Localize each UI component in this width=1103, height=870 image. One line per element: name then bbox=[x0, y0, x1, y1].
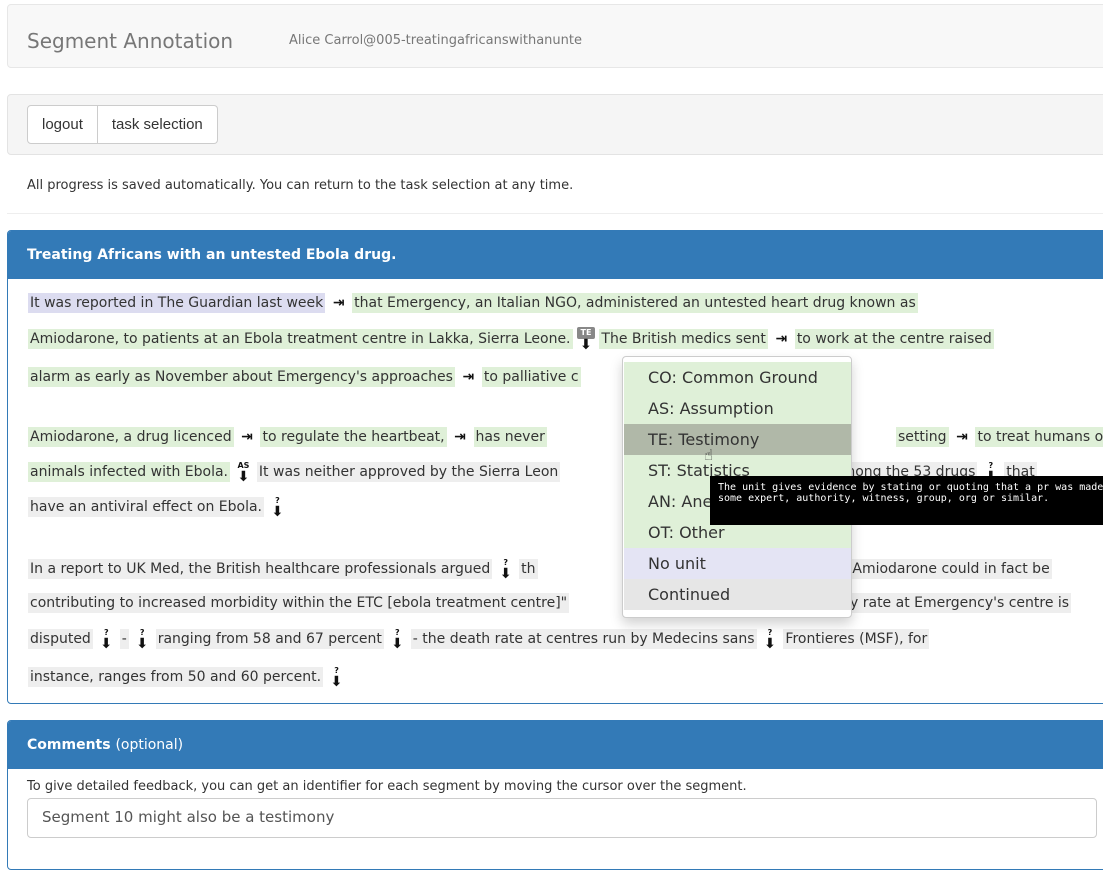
arrow-icon: ⇥ bbox=[956, 429, 968, 445]
arrow-icon: ⬇ bbox=[100, 636, 113, 652]
text-segment[interactable]: - bbox=[119, 629, 129, 649]
article-line: alarm as early as November about Emergen… bbox=[28, 365, 581, 389]
dropdown-option[interactable]: No unit bbox=[624, 548, 851, 579]
text-segment[interactable]: It was neither approved by the Sierra Le… bbox=[256, 462, 561, 482]
article-line: animals infected with Ebola. AS ⬇ It was … bbox=[28, 460, 561, 485]
article-line: contributing to increased morbidity with… bbox=[28, 591, 570, 615]
segment-marker[interactable]: ?⬇ bbox=[97, 628, 115, 652]
text-segment[interactable]: to work at the centre raised bbox=[794, 329, 994, 349]
toolbar: logout task selection bbox=[7, 94, 1103, 155]
arrow-icon: ⬇ bbox=[764, 636, 776, 652]
dropdown-option[interactable]: TE: Testimony bbox=[624, 424, 851, 455]
arrow-icon: ⇥ bbox=[332, 295, 345, 311]
arrow-icon: ⬇ bbox=[499, 566, 512, 582]
text-segment[interactable]: ranging from 58 and 67 percent bbox=[155, 629, 384, 649]
arrow-icon: ⬇ bbox=[271, 504, 284, 520]
text-segment[interactable]: animals infected with Ebola. bbox=[28, 462, 231, 482]
text-segment[interactable]: to palliative c bbox=[481, 367, 581, 387]
arrow-icon: ⇥ bbox=[775, 331, 788, 347]
divider bbox=[7, 213, 1103, 214]
article-title: Treating Africans with an untested Ebola… bbox=[8, 231, 1103, 279]
segment-marker[interactable]: AS ⬇ bbox=[234, 461, 252, 485]
arrow-icon: ⬇ bbox=[391, 636, 404, 652]
arrow-icon: ⬇ bbox=[580, 337, 592, 353]
next-arrow-icon[interactable]: ⇥ bbox=[459, 369, 477, 385]
button-group: logout task selection bbox=[27, 105, 218, 144]
text-segment[interactable]: disputed bbox=[28, 629, 93, 649]
hand-cursor-icon: ☝ bbox=[704, 446, 714, 464]
logout-button[interactable]: logout bbox=[27, 105, 98, 144]
text-segment[interactable]: Amiodarone, to patients at an Ebola trea… bbox=[28, 329, 573, 349]
next-arrow-icon[interactable]: ⇥ bbox=[238, 429, 256, 445]
dropdown-option[interactable]: CO: Common Ground bbox=[624, 362, 851, 393]
arrow-icon: ⬇ bbox=[330, 674, 343, 690]
arrow-icon: ⇥ bbox=[454, 429, 466, 445]
segment-marker[interactable]: ?⬇ bbox=[268, 496, 286, 520]
text-segment[interactable]: setting bbox=[896, 427, 949, 447]
comments-panel: Comments (optional) To give detailed fee… bbox=[7, 720, 1103, 870]
text-segment[interactable]: to regulate the heartbeat, bbox=[260, 427, 447, 447]
text-segment[interactable]: that Emergency, an Italian NGO, administ… bbox=[352, 293, 918, 313]
next-arrow-icon[interactable]: ⇥ bbox=[953, 429, 971, 445]
dropdown-option[interactable]: Continued bbox=[624, 579, 851, 610]
text-segment[interactable]: instance, ranges from 50 and 60 percent. bbox=[28, 667, 324, 687]
article-line-fragment: y rate at Emergency's centre is bbox=[848, 591, 1072, 615]
arrow-icon: ⬇ bbox=[237, 469, 250, 485]
article-line: It was reported in The Guardian last wee… bbox=[28, 291, 918, 315]
testimony-tooltip: The unit gives evidence by stating or qu… bbox=[710, 476, 1103, 525]
comments-optional: (optional) bbox=[115, 737, 184, 753]
text-segment[interactable]: y rate at Emergency's centre is bbox=[848, 593, 1072, 613]
comments-title: Comments bbox=[27, 737, 111, 753]
article-line: In a report to UK Med, the British healt… bbox=[28, 557, 538, 581]
dropdown-option[interactable]: AS: Assumption bbox=[624, 393, 851, 424]
text-segment[interactable]: - the death rate at centres run by Medec… bbox=[410, 629, 757, 649]
text-segment[interactable]: Frontieres (MSF), for bbox=[783, 629, 930, 649]
comments-help: To give detailed feedback, you can get a… bbox=[27, 779, 747, 794]
text-segment[interactable]: It was reported in The Guardian last wee… bbox=[28, 293, 326, 313]
article-line: instance, ranges from 50 and 60 percent.… bbox=[28, 665, 346, 689]
next-arrow-icon[interactable]: ⇥ bbox=[772, 331, 790, 347]
text-segment[interactable]: In a report to UK Med, the British healt… bbox=[28, 559, 493, 579]
navbar: Segment Annotation Alice Carrol@005-trea… bbox=[7, 4, 1103, 68]
text-segment[interactable]: f Amiodarone could in fact be bbox=[841, 559, 1052, 579]
article-line-fragment: f Amiodarone could in fact be bbox=[841, 557, 1052, 581]
article-line-fragment: setting ⇥ to treat humans or bbox=[896, 425, 1103, 449]
segment-marker[interactable]: ?⬇ bbox=[761, 628, 779, 652]
article-line: Amiodarone, to patients at an Ebola trea… bbox=[28, 327, 994, 353]
comments-heading: Comments (optional) bbox=[8, 721, 1103, 769]
segment-marker[interactable]: TE ⬇ bbox=[576, 327, 595, 353]
article-panel: Treating Africans with an untested Ebola… bbox=[7, 230, 1103, 704]
text-segment[interactable]: has never bbox=[473, 427, 547, 447]
segment-marker[interactable]: ?⬇ bbox=[497, 558, 515, 582]
article-line: Amiodarone, a drug licenced ⇥ to regulat… bbox=[28, 425, 547, 449]
arrow-icon: ⬇ bbox=[136, 636, 149, 652]
segment-marker[interactable]: ?⬇ bbox=[328, 666, 346, 690]
next-arrow-icon[interactable]: ⇥ bbox=[330, 295, 348, 311]
article-line: have an antiviral effect on Ebola. ? ⬇ bbox=[28, 495, 286, 519]
brand-title[interactable]: Segment Annotation bbox=[27, 29, 233, 53]
task-selection-button[interactable]: task selection bbox=[97, 105, 218, 144]
user-task-label: Alice Carrol@005-treatingafricanswithanu… bbox=[289, 33, 582, 48]
text-segment[interactable]: alarm as early as November about Emergen… bbox=[28, 367, 455, 387]
text-segment[interactable]: The British medics sent bbox=[599, 329, 768, 349]
next-arrow-icon[interactable]: ⇥ bbox=[451, 429, 469, 445]
text-segment[interactable]: contributing to increased morbidity with… bbox=[28, 593, 570, 613]
arrow-icon: ⇥ bbox=[241, 429, 253, 445]
segment-marker[interactable]: ?⬇ bbox=[388, 628, 406, 652]
article-line: disputed ? ⬇ - ? ⬇ ranging from 58 and 67 … bbox=[28, 627, 930, 652]
segment-marker[interactable]: ?⬇ bbox=[133, 628, 151, 652]
comment-input[interactable]: Segment 10 might also be a testimony bbox=[27, 798, 1097, 838]
autosave-info: All progress is saved automatically. You… bbox=[27, 178, 574, 193]
text-segment[interactable]: th bbox=[519, 559, 538, 579]
arrow-icon: ⇥ bbox=[462, 369, 475, 385]
text-segment[interactable]: have an antiviral effect on Ebola. bbox=[28, 497, 264, 517]
text-segment[interactable]: to treat humans or bbox=[975, 427, 1103, 447]
text-segment[interactable]: Amiodarone, a drug licenced bbox=[28, 427, 234, 447]
